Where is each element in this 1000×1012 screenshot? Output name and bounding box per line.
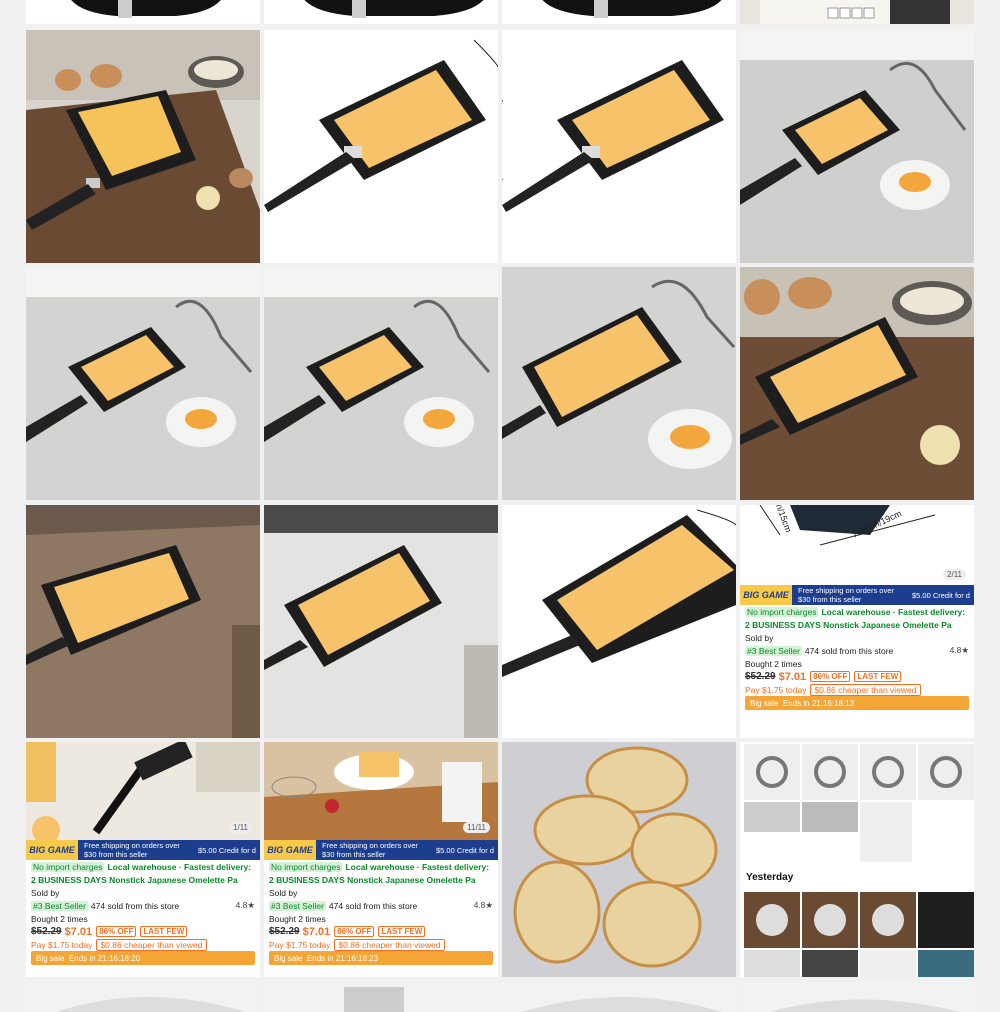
grid-tile-pan[interactable]: [502, 505, 736, 738]
grid-tile[interactable]: [740, 982, 974, 1012]
big-game-label: BIG GAME: [743, 590, 789, 600]
discount-tag: 86% OFF: [334, 926, 375, 937]
product-info: BIG GAME Free shipping on orders over $3…: [264, 840, 498, 977]
image-counter: 1/11: [229, 822, 252, 833]
rating: 4.8★: [473, 900, 493, 910]
sold-by-label: Sold by: [269, 887, 298, 898]
new-price: $7.01: [64, 925, 93, 938]
grid-tile-pan-whisk[interactable]: [26, 267, 260, 500]
grid-tile[interactable]: [740, 0, 974, 24]
local-warehouse-text: Local warehouse · Fastest delivery:: [821, 606, 966, 617]
image-counter: 11/11: [463, 822, 490, 833]
old-price: $52.29: [31, 926, 62, 937]
bought-times: Bought 2 times: [31, 913, 88, 924]
grid-tile[interactable]: [264, 982, 498, 1012]
cheaper-text: $0.86 cheaper than viewed: [810, 683, 921, 696]
sold-count: 474 sold: [90, 900, 124, 911]
bought-times: Bought 2 times: [269, 913, 326, 924]
best-seller-badge: #3 Best Seller: [745, 645, 802, 656]
credit-text: $5.00 Credit for d: [436, 845, 494, 855]
product-title[interactable]: 2 BUSINESS DAYS Nonstick Japanese Omelet…: [745, 620, 952, 630]
big-sale-bar: Big sale Ends in 21:16:18:13: [745, 696, 969, 710]
history-panel[interactable]: Yesterday: [740, 742, 974, 977]
big-game-label: BIG GAME: [29, 845, 75, 855]
countdown: Ends in 21:16:18:20: [68, 953, 141, 963]
countdown: Ends in 21:16:18:13: [782, 698, 855, 708]
new-price: $7.01: [778, 670, 807, 683]
no-import-badge: No import charges: [745, 606, 819, 617]
grid-tile[interactable]: [264, 0, 498, 24]
grid-tile-pan-whisk[interactable]: [502, 267, 736, 500]
last-few-tag: LAST FEW: [854, 671, 902, 682]
grid-tile[interactable]: [26, 982, 260, 1012]
credit-text: $5.00 Credit for d: [912, 590, 970, 600]
grid-tile-pan[interactable]: [502, 30, 736, 263]
no-import-badge: No import charges: [31, 861, 105, 872]
yesterday-heading: Yesterday: [746, 872, 794, 883]
grid-tile-pan[interactable]: [264, 30, 498, 263]
grid-tile-pan-wood[interactable]: [26, 30, 260, 263]
product-info: BIG GAME Free shipping on orders over $3…: [26, 840, 260, 977]
grid-tile-pan-whisk[interactable]: [740, 30, 974, 263]
last-few-tag: LAST FEW: [378, 926, 426, 937]
last-few-tag: LAST FEW: [140, 926, 188, 937]
grid-tile[interactable]: [502, 0, 736, 24]
sold-count: 474 sold: [328, 900, 362, 911]
from-store-text: from this store: [125, 900, 180, 911]
best-seller-badge: #3 Best Seller: [31, 900, 88, 911]
pay-today-text: Pay $1.75 today: [269, 939, 331, 950]
product-card-a[interactable]: ch/15cm 7.5inch/19cm 2/11 BIG GAME Free …: [740, 505, 974, 738]
old-price: $52.29: [745, 671, 776, 682]
grid-tile-pan-table[interactable]: [26, 505, 260, 738]
cheaper-text: $0.86 cheaper than viewed: [96, 938, 207, 951]
image-counter: 2/11: [943, 569, 966, 580]
grid-tile[interactable]: [26, 0, 260, 24]
local-warehouse-text: Local warehouse · Fastest delivery:: [107, 861, 252, 872]
free-shipping-text: Free shipping on orders over $30 from th…: [798, 586, 894, 604]
big-game-label: BIG GAME: [267, 845, 313, 855]
big-sale-label: Big sale: [274, 953, 303, 963]
new-price: $7.01: [302, 925, 331, 938]
discount-tag: 86% OFF: [96, 926, 137, 937]
free-shipping-text: Free shipping on orders over $30 from th…: [322, 841, 418, 859]
from-store-text: from this store: [839, 645, 894, 656]
countdown: Ends in 21:16:18:23: [306, 953, 379, 963]
credit-text: $5.00 Credit for d: [198, 845, 256, 855]
discount-tag: 86% OFF: [810, 671, 851, 682]
best-seller-badge: #3 Best Seller: [269, 900, 326, 911]
grid-tile-cookies[interactable]: [502, 742, 736, 977]
grid-tile-pan-counter[interactable]: [264, 505, 498, 738]
from-store-text: from this store: [363, 900, 418, 911]
image-grid: ch/15cm 7.5inch/19cm 2/11 BIG GAME Free …: [0, 0, 1000, 1012]
grid-tile[interactable]: [502, 982, 736, 1012]
product-title[interactable]: 2 BUSINESS DAYS Nonstick Japanese Omelet…: [269, 875, 476, 885]
product-card-c[interactable]: 11/11 BIG GAME Free shipping on orders o…: [264, 742, 498, 977]
product-title[interactable]: 2 BUSINESS DAYS Nonstick Japanese Omelet…: [31, 875, 238, 885]
big-sale-label: Big sale: [750, 698, 779, 708]
product-info: BIG GAME Free shipping on orders over $3…: [740, 585, 974, 738]
big-game-banner: BIG GAME Free shipping on orders over $3…: [740, 585, 974, 605]
no-import-badge: No import charges: [269, 861, 343, 872]
local-warehouse-text: Local warehouse · Fastest delivery:: [345, 861, 490, 872]
cheaper-text: $0.86 cheaper than viewed: [334, 938, 445, 951]
grid-tile-pan-whisk[interactable]: [264, 267, 498, 500]
free-shipping-text: Free shipping on orders over $30 from th…: [84, 841, 180, 859]
pay-today-text: Pay $1.75 today: [31, 939, 93, 950]
pay-today-text: Pay $1.75 today: [745, 684, 807, 695]
product-card-b[interactable]: 1/11 BIG GAME Free shipping on orders ov…: [26, 742, 260, 977]
sold-by-label: Sold by: [745, 632, 774, 643]
sold-count: 474 sold: [804, 645, 838, 656]
bought-times: Bought 2 times: [745, 658, 802, 669]
old-price: $52.29: [269, 926, 300, 937]
sold-by-label: Sold by: [31, 887, 60, 898]
rating: 4.8★: [949, 645, 969, 655]
rating: 4.8★: [235, 900, 255, 910]
big-sale-label: Big sale: [36, 953, 65, 963]
grid-tile-pan-wood[interactable]: [740, 267, 974, 500]
